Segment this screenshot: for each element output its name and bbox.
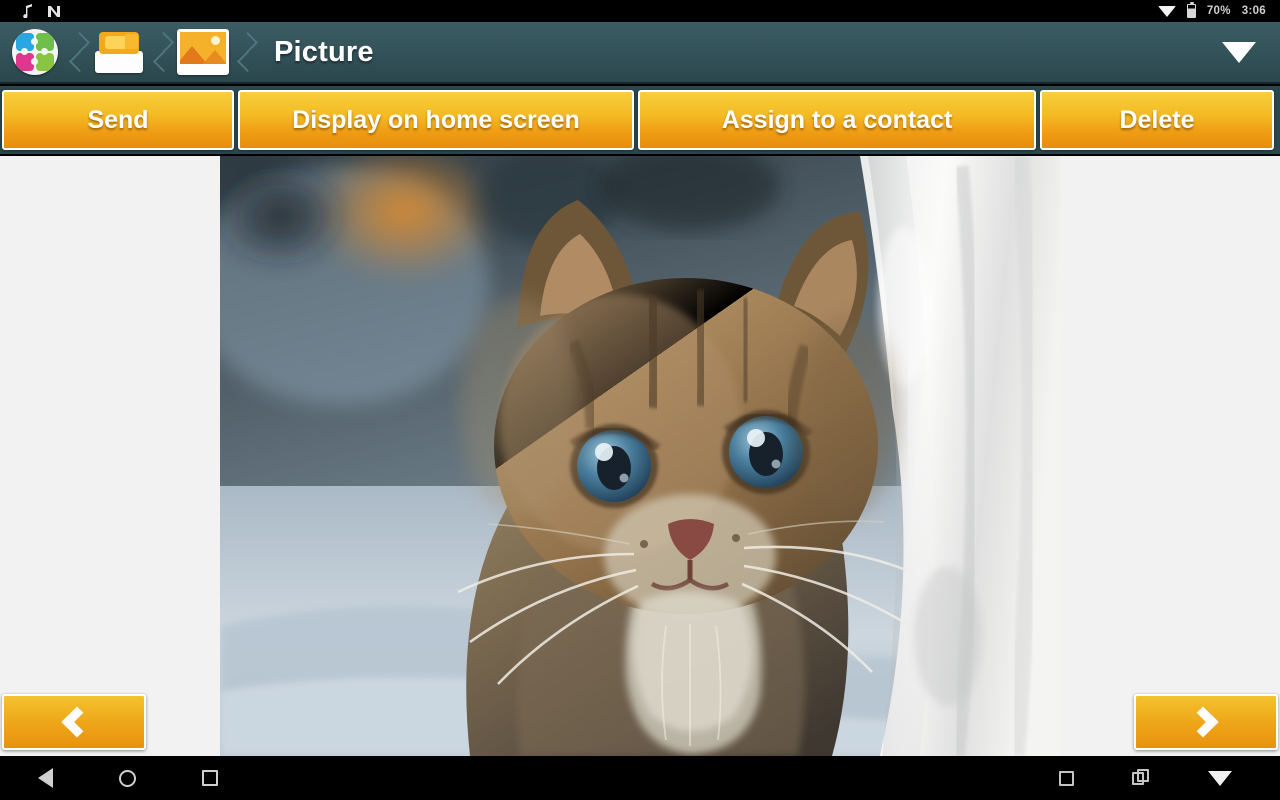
app-puzzle-icon — [12, 29, 58, 75]
status-bar-right: 70% 3:06 — [1157, 1, 1280, 18]
image-viewer[interactable]: ‹ › — [0, 156, 1280, 756]
title-bar-right — [1222, 41, 1280, 63]
status-bar-left-icons — [0, 4, 61, 18]
home-icon[interactable] — [119, 769, 136, 787]
music-note-icon — [22, 4, 33, 18]
breadcrumb-separator-icon — [70, 21, 84, 83]
file-box-icon — [93, 30, 145, 74]
display-on-home-screen-button[interactable]: Display on home screen — [238, 90, 634, 150]
chevron-right-icon — [1187, 706, 1219, 738]
picture-icon — [177, 29, 229, 75]
breadcrumb-item-app-home[interactable] — [0, 21, 70, 83]
nfc-icon — [47, 5, 61, 18]
clock: 3:06 — [1241, 5, 1266, 17]
previous-image-button[interactable]: ‹ — [2, 694, 146, 750]
nav-bar-right — [1059, 769, 1280, 787]
copy-icon[interactable] — [1132, 769, 1150, 787]
battery-percent: 70% — [1206, 5, 1231, 17]
nav-bar-left — [0, 768, 218, 788]
kitten-photo-image — [220, 156, 1060, 756]
next-image-button[interactable]: › — [1134, 694, 1278, 750]
photo[interactable] — [220, 156, 1060, 756]
device-screen: 70% 3:06 Picture Send Display on home sc… — [0, 0, 1280, 800]
breadcrumb-separator-icon — [154, 21, 168, 83]
wifi-icon — [1157, 5, 1176, 17]
send-button[interactable]: Send — [2, 90, 234, 150]
battery-icon — [1186, 1, 1196, 18]
breadcrumb-item-pictures[interactable] — [168, 21, 238, 83]
status-bar: 70% 3:06 — [0, 0, 1280, 22]
wifi-icon[interactable] — [1222, 41, 1256, 63]
wifi-icon[interactable] — [1208, 770, 1232, 786]
breadcrumb-item-files[interactable] — [84, 21, 154, 83]
back-icon[interactable] — [38, 768, 53, 788]
chevron-left-icon — [61, 706, 93, 738]
assign-to-a-contact-button[interactable]: Assign to a contact — [638, 90, 1036, 150]
recents-icon[interactable] — [202, 770, 218, 786]
page-title: Picture — [274, 35, 374, 68]
title-bar: Picture — [0, 22, 1280, 84]
screenshot-icon[interactable] — [1059, 770, 1074, 786]
breadcrumb-separator-icon — [238, 21, 252, 83]
action-toolbar: Send Display on home screen Assign to a … — [0, 86, 1280, 154]
delete-button[interactable]: Delete — [1040, 90, 1274, 150]
android-navigation-bar — [0, 756, 1280, 800]
